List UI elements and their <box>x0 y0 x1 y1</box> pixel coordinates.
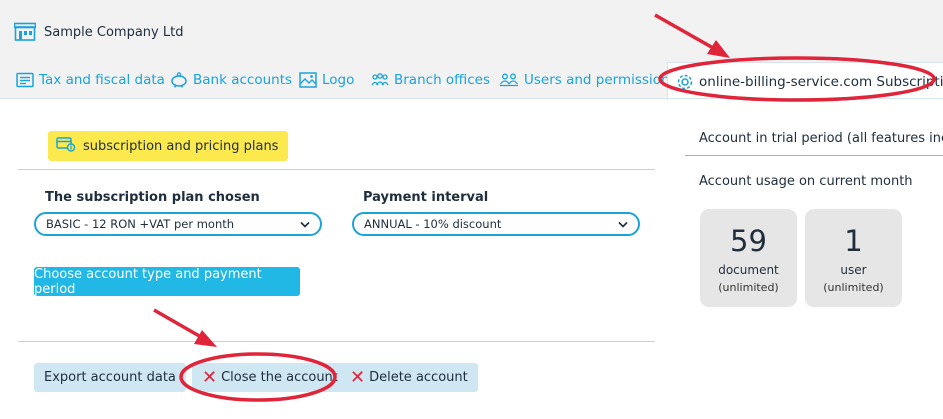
people-icon <box>371 72 389 88</box>
building-icon <box>14 22 36 42</box>
chevron-down-icon <box>618 217 628 231</box>
tab-label: Branch offices <box>394 72 490 88</box>
plan-select-value: BASIC - 12 RON +VAT per month <box>46 217 235 231</box>
company-header: Sample Company Ltd <box>14 22 183 42</box>
section-divider <box>18 169 655 170</box>
export-account-data-button[interactable]: Export account data <box>34 363 186 392</box>
close-icon: ✕ <box>202 366 218 388</box>
close-account-button[interactable]: ✕ Close the account <box>192 363 348 392</box>
tab-users-permissions[interactable]: Users and permissions <box>499 62 677 98</box>
trial-divider <box>685 155 943 156</box>
plan-label: The subscription plan chosen <box>45 190 260 205</box>
button-label: Export account data <box>44 370 176 385</box>
usage-card-users: 1 user (unlimited) <box>805 209 902 307</box>
tab-label: Tax and fiscal data <box>39 72 165 88</box>
actions-divider <box>18 341 655 342</box>
tab-label: Bank accounts <box>193 72 293 88</box>
delete-account-button[interactable]: ✕ Delete account <box>340 363 478 392</box>
tab-logo[interactable]: Logo <box>299 62 354 98</box>
usage-value: 1 <box>844 224 863 258</box>
usage-label: document <box>718 263 779 277</box>
tab-tax-fiscal[interactable]: Tax and fiscal data <box>16 62 165 98</box>
tab-label: Users and permissions <box>524 72 677 88</box>
tab-branch-offices[interactable]: Branch offices <box>371 62 490 98</box>
usage-limit: (unlimited) <box>718 281 779 294</box>
choose-account-type-button[interactable]: Choose account type and payment period <box>34 267 300 297</box>
button-label: Delete account <box>369 370 468 385</box>
usage-title: Account usage on current month <box>699 174 913 189</box>
tab-subscription[interactable]: online-billing-service.com Subscription <box>667 62 943 100</box>
tab-bank-accounts[interactable]: Bank accounts <box>170 62 292 98</box>
users-icon <box>499 72 519 88</box>
settings-tabs: Tax and fiscal data Bank accounts Logo B… <box>0 62 943 100</box>
trial-status-text: Account in trial period (all features in… <box>699 131 943 146</box>
tab-label: online-billing-service.com Subscription <box>699 73 943 90</box>
image-icon <box>299 72 317 88</box>
invoice-settings-icon <box>56 136 76 156</box>
usage-value: 59 <box>730 224 767 258</box>
plan-select[interactable]: BASIC - 12 RON +VAT per month <box>34 212 322 236</box>
interval-select[interactable]: ANNUAL - 10% discount <box>352 212 640 236</box>
tabs-divider <box>0 98 943 99</box>
pill-label: subscription and pricing plans <box>83 138 279 154</box>
company-name: Sample Company Ltd <box>44 24 184 40</box>
usage-card-documents: 59 document (unlimited) <box>700 209 797 307</box>
gear-icon <box>676 73 694 91</box>
close-icon: ✕ <box>350 366 366 388</box>
document-icon <box>16 72 34 88</box>
tab-label: Logo <box>322 72 355 88</box>
usage-limit: (unlimited) <box>823 281 884 294</box>
interval-select-value: ANNUAL - 10% discount <box>364 217 502 231</box>
chevron-down-icon <box>300 217 310 231</box>
button-label: Close the account <box>221 370 338 385</box>
piggy-bank-icon <box>170 72 188 88</box>
subscription-pricing-pill[interactable]: subscription and pricing plans <box>48 131 289 161</box>
usage-label: user <box>840 263 867 277</box>
interval-label: Payment interval <box>363 190 489 205</box>
